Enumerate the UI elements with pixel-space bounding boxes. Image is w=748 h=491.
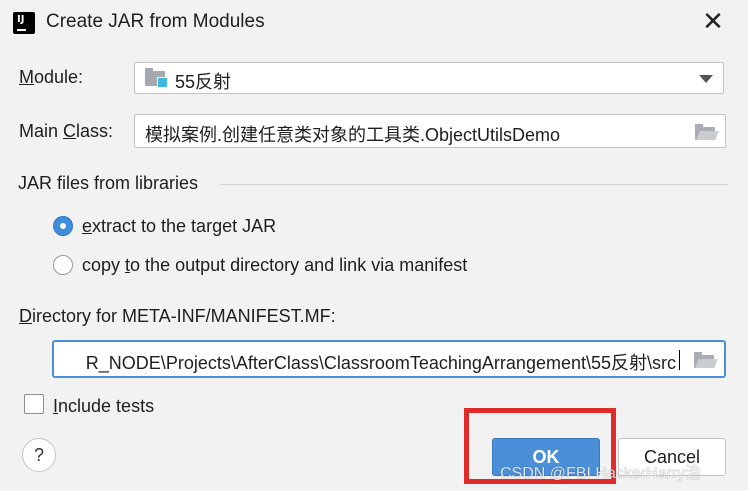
module-folder-icon <box>145 68 168 88</box>
extract-option-label[interactable]: extract to the target JAR <box>82 216 276 237</box>
module-value: 55反射 <box>175 72 232 92</box>
libraries-section-title: JAR files from libraries <box>18 173 199 193</box>
text-caret <box>679 350 680 370</box>
module-dropdown[interactable]: 55反射 <box>134 62 724 94</box>
main-class-field[interactable]: 模拟案例.创建任意类对象的工具类.ObjectUtilsDemo <box>134 114 726 148</box>
browse-folder-icon[interactable] <box>694 352 718 368</box>
manifest-directory-value: R_NODE\Projects\AfterClass\ClassroomTeac… <box>85 353 676 373</box>
main-class-label: Main Class: <box>19 121 114 141</box>
main-class-value: 模拟案例.创建任意类对象的工具类.ObjectUtilsDemo <box>145 125 561 145</box>
dialog-title: Create JAR from Modules <box>46 11 265 32</box>
extract-radio[interactable] <box>53 216 73 236</box>
watermark: CSDN @FBI HackerHarry浩 <box>500 465 702 482</box>
manifest-directory-label: Directory for META-INF/MANIFEST.MF: <box>19 306 336 326</box>
help-button[interactable]: ? <box>22 438 56 472</box>
browse-folder-icon[interactable] <box>695 124 719 140</box>
include-tests-label[interactable]: Include tests <box>53 396 154 417</box>
chevron-down-icon[interactable] <box>699 75 713 83</box>
close-icon[interactable]: ✕ <box>700 6 726 36</box>
copy-radio[interactable] <box>53 255 73 275</box>
manifest-directory-field[interactable]: R_NODE\Projects\AfterClass\ClassroomTeac… <box>52 340 726 378</box>
intellij-app-icon: IJ <box>11 10 37 36</box>
section-divider <box>220 184 728 185</box>
module-label: Module: <box>19 67 84 87</box>
include-tests-checkbox[interactable] <box>24 394 44 414</box>
app-icon-text: IJ <box>17 14 25 25</box>
copy-option-label[interactable]: copy to the output directory and link vi… <box>82 255 467 276</box>
